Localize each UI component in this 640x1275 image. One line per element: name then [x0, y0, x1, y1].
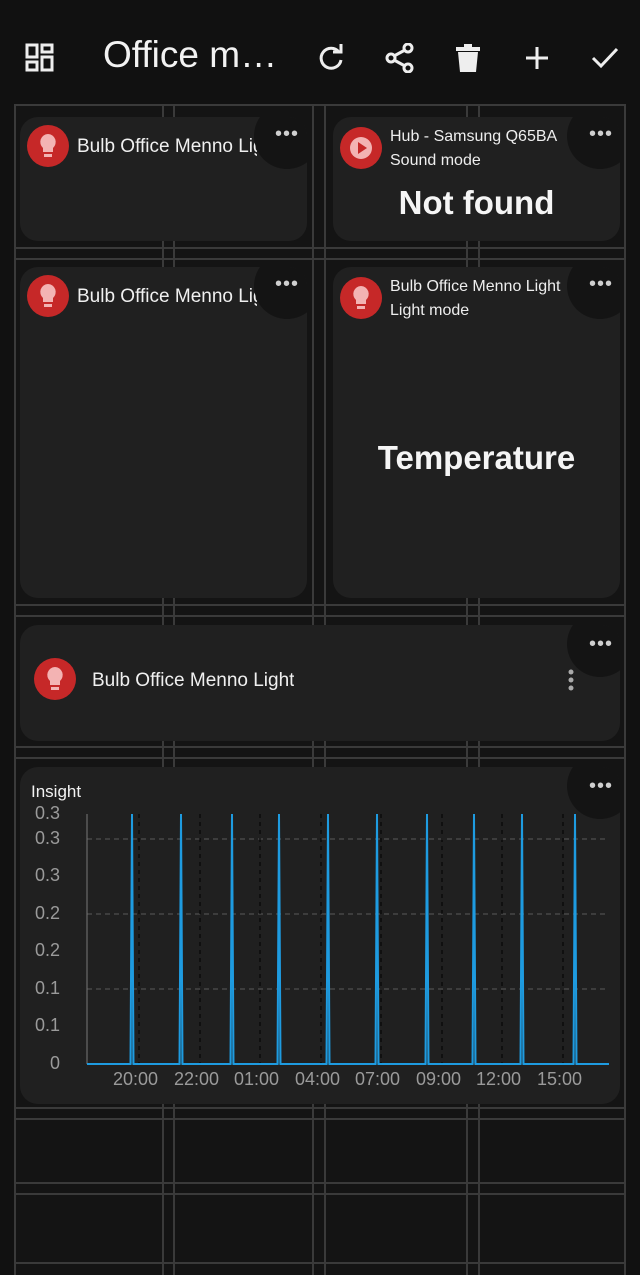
dashboard-icon[interactable] — [20, 38, 60, 78]
card-title: Bulb Office Menno Light — [390, 278, 561, 295]
more-icon[interactable]: ••• — [589, 124, 613, 144]
play-icon — [340, 127, 382, 169]
insight-chart — [86, 813, 609, 1065]
delete-icon[interactable] — [448, 38, 488, 78]
card-title: Hub - Samsung Q65BA — [390, 128, 558, 145]
light-entity-card[interactable]: Bulb Office Menno Light ••• — [20, 625, 620, 741]
more-icon[interactable]: ••• — [589, 776, 613, 796]
insight-chart-card: Insight 0.3 0.3 0.3 0.2 0.2 0.1 0.1 0 20:00 22:0… — [20, 767, 620, 1104]
light-card-1[interactable]: Bulb Office Menno Light ••• — [20, 117, 307, 241]
share-icon[interactable] — [380, 38, 420, 78]
page-title: Office m… — [103, 34, 278, 75]
more-vertical-icon[interactable] — [568, 669, 574, 691]
lightbulb-icon — [27, 125, 69, 167]
lightbulb-icon — [340, 277, 382, 319]
more-icon[interactable]: ••• — [589, 274, 613, 294]
card-title: Bulb Office Menno Light — [77, 286, 257, 307]
refresh-icon[interactable] — [311, 38, 351, 78]
series-line — [87, 813, 609, 1065]
check-icon[interactable] — [585, 38, 625, 78]
more-icon[interactable]: ••• — [275, 274, 299, 294]
light-mode-card[interactable]: Bulb Office Menno Light Light mode Tempe… — [333, 267, 620, 598]
card-subtitle: Light mode — [390, 302, 470, 319]
card-value: Temperature — [377, 439, 576, 476]
card-value: Not found — [398, 184, 555, 221]
lightbulb-icon — [27, 275, 69, 317]
entity-name: Bulb Office Menno Light — [92, 670, 295, 691]
media-sound-mode-card[interactable]: Hub - Samsung Q65BA Sound mode Not found… — [333, 117, 620, 241]
add-icon[interactable] — [517, 38, 557, 78]
more-icon[interactable]: ••• — [275, 124, 299, 144]
card-subtitle: Sound mode — [390, 152, 481, 169]
top-toolbar: Office m… — [0, 0, 640, 104]
more-icon[interactable]: ••• — [589, 634, 613, 654]
light-card-2[interactable]: Bulb Office Menno Light ••• — [20, 267, 307, 598]
card-title: Bulb Office Menno Light — [77, 136, 257, 157]
lightbulb-icon — [34, 658, 76, 700]
